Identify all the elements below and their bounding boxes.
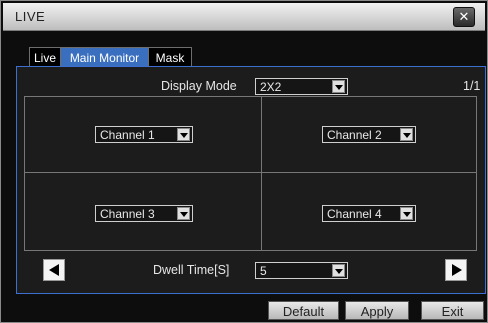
close-icon: ✕ bbox=[458, 9, 470, 24]
channel-value: Channel 3 bbox=[100, 207, 155, 221]
close-button[interactable]: ✕ bbox=[453, 7, 475, 27]
title-bar: LIVE ✕ bbox=[3, 3, 485, 31]
grid-divider-vertical bbox=[261, 97, 262, 250]
channel-select-1[interactable]: Channel 1 bbox=[95, 126, 193, 143]
exit-button[interactable]: Exit bbox=[421, 301, 484, 320]
display-mode-select[interactable]: 2X2 bbox=[255, 78, 348, 95]
chevron-down-icon bbox=[400, 128, 413, 141]
channel-grid: Channel 1 Channel 2 Channel 3 Channel 4 bbox=[24, 96, 477, 251]
channel-value: Channel 1 bbox=[100, 128, 155, 142]
chevron-down-icon bbox=[400, 207, 413, 220]
next-page-button[interactable] bbox=[445, 259, 467, 281]
channel-select-2[interactable]: Channel 2 bbox=[322, 126, 416, 143]
display-mode-label: Display Mode bbox=[161, 79, 237, 93]
window-title: LIVE bbox=[15, 9, 46, 24]
channel-select-4[interactable]: Channel 4 bbox=[322, 205, 416, 222]
chevron-down-icon bbox=[332, 264, 345, 277]
apply-button[interactable]: Apply bbox=[345, 301, 409, 320]
display-mode-value: 2X2 bbox=[260, 80, 282, 94]
dwell-time-label: Dwell Time[S] bbox=[153, 263, 230, 277]
channel-value: Channel 4 bbox=[327, 207, 382, 221]
default-button[interactable]: Default bbox=[268, 301, 339, 320]
grid-divider-horizontal bbox=[25, 172, 476, 173]
prev-page-button[interactable] bbox=[43, 259, 65, 281]
main-monitor-panel: Display Mode 2X2 1/1 Channel 1 Channel 2… bbox=[16, 66, 486, 294]
dwell-time-value: 5 bbox=[260, 264, 267, 278]
page-indicator: 1/1 bbox=[463, 79, 481, 93]
chevron-down-icon bbox=[177, 128, 190, 141]
channel-value: Channel 2 bbox=[327, 128, 382, 142]
channel-select-3[interactable]: Channel 3 bbox=[95, 205, 193, 222]
dwell-time-select[interactable]: 5 bbox=[255, 262, 348, 279]
tab-live[interactable]: Live bbox=[29, 47, 61, 67]
chevron-down-icon bbox=[332, 80, 345, 93]
tab-mask[interactable]: Mask bbox=[148, 47, 192, 67]
live-window: LIVE ✕ Live Main Monitor Mask Display Mo… bbox=[0, 0, 488, 323]
chevron-down-icon bbox=[177, 207, 190, 220]
tab-main-monitor[interactable]: Main Monitor bbox=[60, 47, 149, 67]
